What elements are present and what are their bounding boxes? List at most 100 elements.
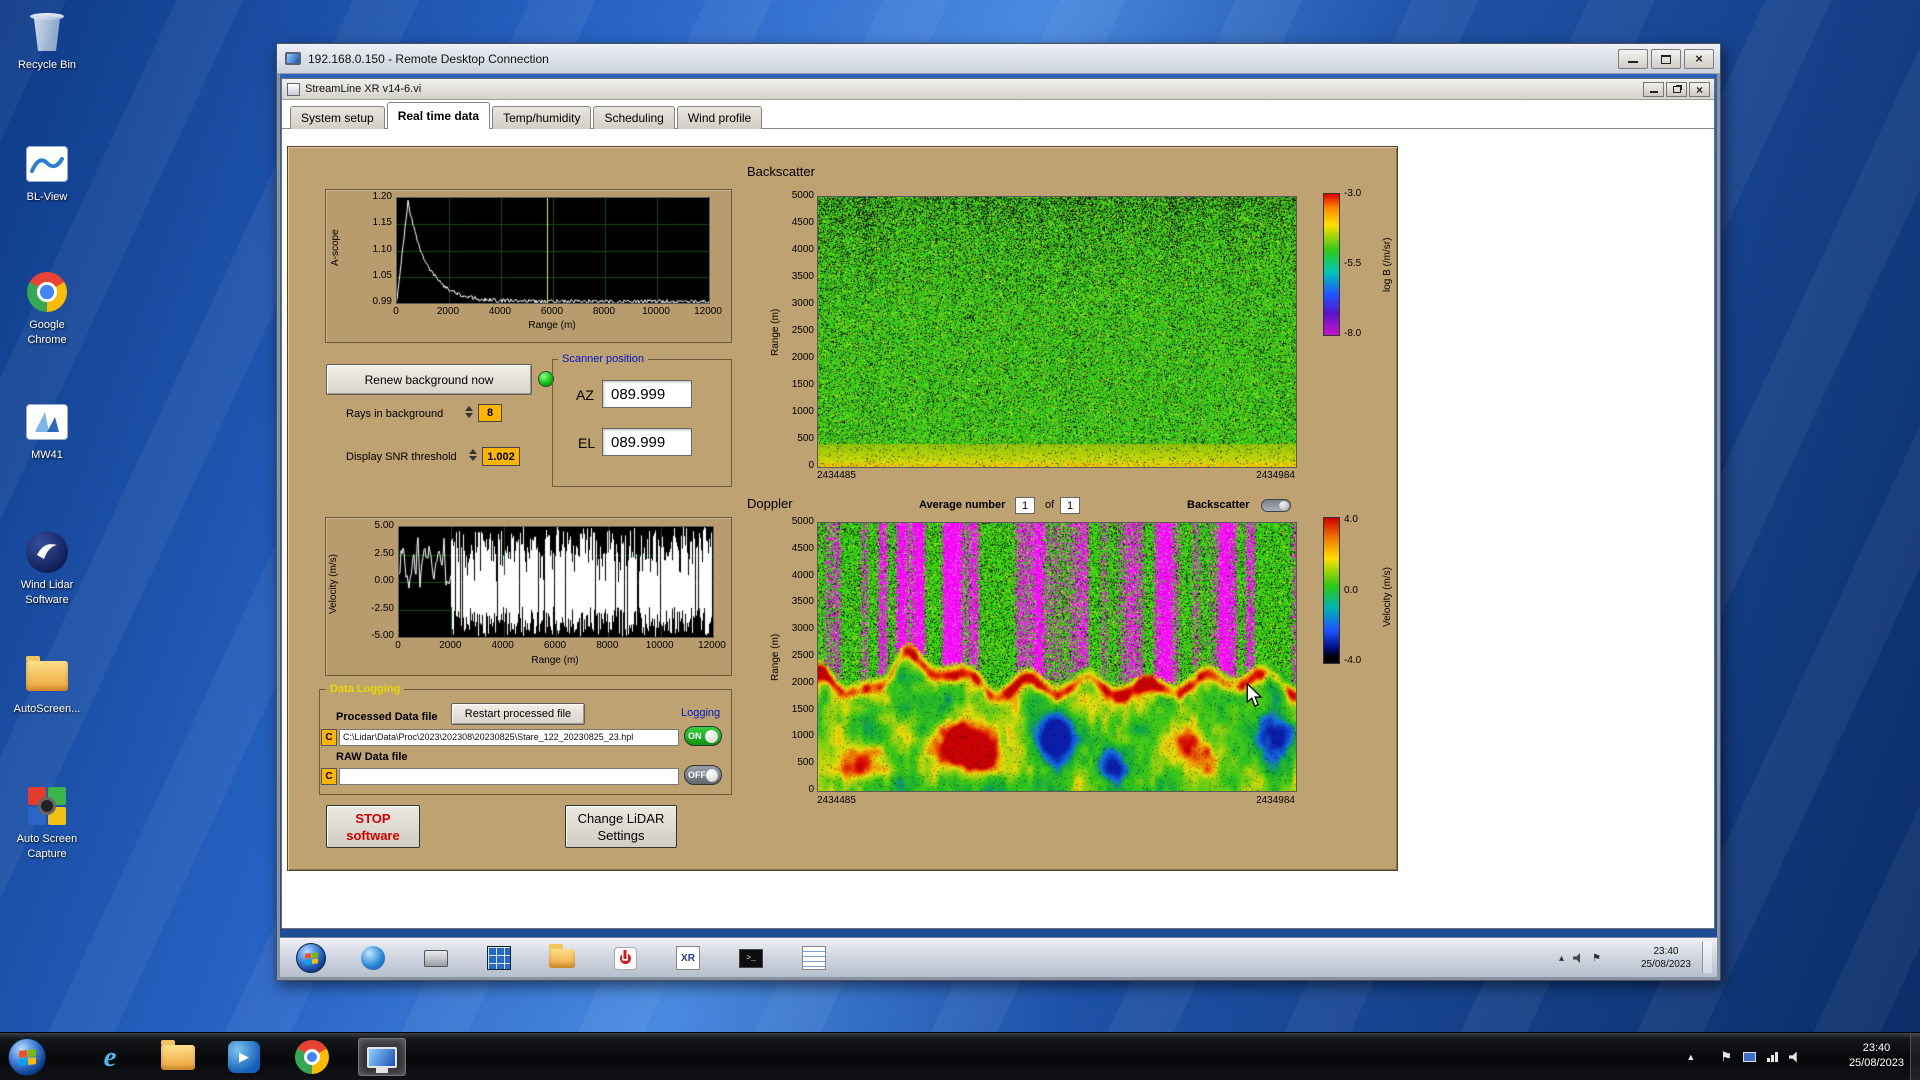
el-input[interactable]: 089.999	[602, 428, 692, 456]
ascope-xlabel: Range (m)	[396, 320, 708, 331]
tray-display-icon[interactable]	[1743, 1052, 1756, 1062]
remote-quick-launch: XR >_	[358, 943, 829, 973]
remote-taskbar: XR >_ ▴ ⚑ 23:40 25/08/2023	[280, 937, 1717, 977]
rdp-maximize-button[interactable]	[1651, 49, 1681, 69]
remote-taskbar-xr-app-icon[interactable]: XR	[673, 943, 703, 973]
desktop-icon-google-chrome[interactable]: GoogleChrome	[2, 266, 92, 348]
remote-show-desktop-button[interactable]	[1702, 942, 1712, 973]
snr-value-input[interactable]: 1.002	[482, 447, 520, 466]
processed-logging-toggle[interactable]: ON	[684, 726, 722, 746]
remote-start-button[interactable]	[296, 943, 326, 973]
doppler-section-title: Doppler	[747, 496, 793, 511]
remote-volume-icon[interactable]	[1573, 953, 1583, 963]
snr-spinner[interactable]	[469, 449, 477, 461]
taskbar-clock[interactable]: 23:40 25/08/2023	[1849, 1041, 1904, 1071]
taskbar-ie-icon[interactable]: e	[88, 1038, 132, 1076]
dp-colorbar-label: Velocity (m/s)	[1382, 532, 1396, 662]
tab-scheduling[interactable]: Scheduling	[593, 106, 674, 129]
tick-label: 4000	[478, 306, 522, 317]
tick-label: 2.50	[375, 548, 394, 560]
processed-drive-box[interactable]: C	[321, 729, 337, 746]
remote-taskbar-scan-sched-icon[interactable]	[799, 943, 829, 973]
app-titlebar[interactable]: StreamLine XR v14-6.vi ×	[282, 79, 1714, 100]
velocity-plot	[398, 526, 714, 638]
tick-label: 1000	[792, 406, 814, 418]
show-desktop-button[interactable]	[1910, 1033, 1920, 1080]
remote-taskbar-printer-icon[interactable]	[421, 943, 451, 973]
remote-desktop: StreamLine XR v14-6.vi × System setupRea…	[280, 74, 1717, 977]
wind-lidar-software-icon	[2, 526, 92, 578]
raw-drive-box[interactable]: C	[321, 768, 337, 785]
tab-real-time-data[interactable]: Real time data	[387, 102, 490, 129]
tab-wind-profile[interactable]: Wind profile	[677, 106, 762, 129]
desktop-icon-mw41[interactable]: MW41	[2, 396, 92, 463]
remote-taskbar-power-icon[interactable]	[610, 943, 640, 973]
processed-data-file-label: Processed Data file	[336, 711, 438, 723]
change-button-line2: Settings	[598, 827, 645, 844]
logging-label: Logging	[677, 707, 724, 719]
raw-logging-toggle[interactable]: OFF	[684, 765, 722, 785]
backscatter-display-toggle[interactable]	[1261, 499, 1291, 512]
desktop-icon-wind-lidar-software[interactable]: Wind LidarSoftware	[2, 526, 92, 608]
tab-temp-humidity[interactable]: Temp/humidity	[492, 106, 591, 129]
tab-system-setup[interactable]: System setup	[290, 106, 385, 129]
desktop-icon-label: GoogleChrome	[2, 318, 92, 348]
app-minimize-button[interactable]	[1643, 82, 1664, 97]
tick-label: -4.0	[1344, 655, 1361, 667]
remote-action-center-icon[interactable]: ⚑	[1592, 953, 1601, 964]
remote-taskbar-folder-icon[interactable]	[547, 943, 577, 973]
desktop-icon-label: Auto ScreenCapture	[2, 832, 92, 862]
velocity-xlabel: Range (m)	[398, 655, 712, 666]
action-center-flag-icon[interactable]: ⚑	[1720, 1049, 1732, 1065]
desktop-icon-bl-view[interactable]: BL-View	[2, 138, 92, 205]
bs-x-end: 2434984	[1256, 470, 1295, 481]
dp-colorbar	[1323, 517, 1340, 664]
tick-label: 1.10	[373, 244, 392, 256]
volume-icon[interactable]	[1789, 1052, 1800, 1063]
ascope-graph: A-scope 1.201.151.101.050.99 02000400060…	[325, 189, 732, 343]
rdp-minimize-button[interactable]	[1618, 49, 1648, 69]
desktop-icon-recycle-bin[interactable]: Recycle Bin	[2, 6, 92, 73]
remote-taskbar-globe-icon[interactable]	[358, 943, 388, 973]
app-restore-button[interactable]	[1666, 82, 1687, 97]
app-close-button[interactable]: ×	[1689, 82, 1710, 97]
velocity-graph: Velocity (m/s) 5.002.500.00-2.50-5.00 02…	[325, 517, 732, 676]
tick-label: 4000	[792, 570, 814, 582]
average-number-input[interactable]: 1	[1015, 497, 1035, 514]
taskbar-media-player-icon[interactable]: ▶	[222, 1038, 266, 1076]
tick-label: 12000	[686, 306, 730, 317]
tick-label: 500	[797, 433, 814, 445]
taskbar-chrome-icon[interactable]	[290, 1038, 334, 1076]
restart-processed-file-button[interactable]: Restart processed file	[451, 703, 585, 725]
average-of-label: of	[1045, 499, 1054, 511]
bs-colorbar-ticks: -3.0-5.5-8.0	[1344, 188, 1361, 340]
taskbar-explorer-icon[interactable]	[156, 1038, 200, 1076]
remote-clock-time: 23:40	[1641, 945, 1691, 958]
rays-value-input[interactable]: 8	[478, 404, 502, 422]
remote-taskbar-console-icon[interactable]: >_	[736, 943, 766, 973]
rdp-titlebar[interactable]: 192.168.0.150 - Remote Desktop Connectio…	[277, 44, 1720, 74]
network-icon[interactable]	[1767, 1052, 1778, 1062]
tick-label: 1.05	[373, 270, 392, 282]
tick-label: 4000	[792, 244, 814, 256]
processed-path-input[interactable]: C:\Lidar\Data\Proc\2023\202308\20230825\…	[339, 729, 679, 746]
renew-background-button[interactable]: Renew background now	[326, 364, 532, 395]
rays-spinner[interactable]	[465, 406, 473, 418]
start-button[interactable]	[8, 1038, 46, 1076]
desktop-icon-autoscreen-folder[interactable]: AutoScreen...	[2, 650, 92, 717]
stop-software-button[interactable]: STOP software	[326, 805, 420, 848]
remote-clock[interactable]: 23:40 25/08/2023	[1641, 945, 1691, 971]
remote-tray-expand-icon[interactable]: ▴	[1559, 953, 1564, 964]
desktop-icon-label: AutoScreen...	[2, 702, 92, 717]
tick-label: -2.50	[371, 603, 394, 615]
desktop-icon-auto-screen-capture[interactable]: Auto ScreenCapture	[2, 780, 92, 862]
remote-taskbar-grid-icon[interactable]	[484, 943, 514, 973]
az-input[interactable]: 089.999	[602, 380, 692, 408]
change-lidar-settings-button[interactable]: Change LiDAR Settings	[565, 805, 677, 848]
raw-path-input[interactable]	[339, 768, 679, 785]
rdp-close-button[interactable]: ×	[1684, 49, 1714, 69]
tray-expand-icon[interactable]: ▲	[1686, 1052, 1695, 1062]
tick-label: -5.5	[1344, 258, 1361, 270]
average-total-box: 1	[1060, 497, 1080, 514]
taskbar-rdp-icon[interactable]	[358, 1038, 406, 1076]
